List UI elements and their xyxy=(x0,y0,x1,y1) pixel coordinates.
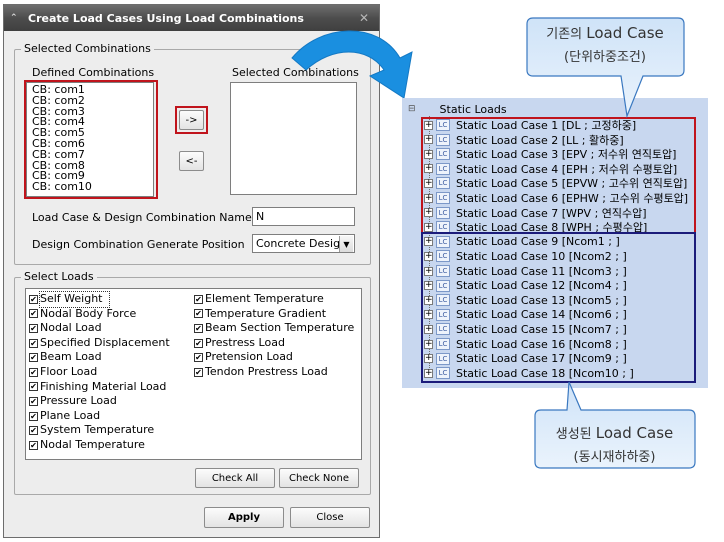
load-checkbox-item[interactable]: ✔ Nodal Temperature xyxy=(29,438,170,453)
checkbox-checked-icon[interactable]: ✔ xyxy=(194,309,203,319)
checkbox-checked-icon[interactable]: ✔ xyxy=(29,338,38,348)
load-label: Specified Displacement xyxy=(40,335,170,349)
load-label: Nodal Temperature xyxy=(40,437,145,451)
group-title: Select Loads xyxy=(21,270,97,283)
load-label: Pressure Load xyxy=(40,394,117,408)
callout-prefix: 생성된 xyxy=(555,427,592,442)
load-label: System Temperature xyxy=(40,423,155,437)
load-label: Element Temperature xyxy=(205,292,324,305)
tree-root-icon: ⊟ xyxy=(408,104,416,114)
name-label: Load Case & Design Combination Name xyxy=(32,211,252,224)
load-checkbox-item[interactable]: ✔ Floor Load xyxy=(29,365,170,380)
position-label: Design Combination Generate Position xyxy=(32,238,245,251)
load-checkbox-item[interactable]: ✔ Element Temperature xyxy=(194,292,354,307)
position-select-value: Concrete Desig xyxy=(256,237,341,250)
load-label: Finishing Material Load xyxy=(40,379,167,393)
checkbox-checked-icon[interactable]: ✔ xyxy=(29,440,38,450)
load-label: Pretension Load xyxy=(205,350,293,364)
load-label: Beam Section Temperature xyxy=(205,321,355,335)
checkbox-checked-icon[interactable]: ✔ xyxy=(194,294,203,304)
load-label: Plane Load xyxy=(40,408,101,422)
existing-cases-highlight xyxy=(421,117,696,234)
load-checkbox-item[interactable]: ✔ Beam Section Temperature xyxy=(194,321,354,336)
checkbox-checked-icon[interactable]: ✔ xyxy=(29,382,38,392)
load-label: Self Weight xyxy=(39,291,110,308)
group-title: Selected Combinations xyxy=(21,42,154,55)
checkbox-checked-icon[interactable]: ✔ xyxy=(194,353,203,363)
checkbox-checked-icon[interactable]: ✔ xyxy=(29,309,38,319)
checkbox-checked-icon[interactable]: ✔ xyxy=(29,411,38,421)
checkbox-checked-icon[interactable]: ✔ xyxy=(29,396,38,406)
check-none-button[interactable]: Check None xyxy=(279,468,359,488)
load-label: Temperature Gradient xyxy=(205,306,327,320)
load-label: Tendon Prestress Load xyxy=(205,364,328,378)
load-checkbox-item[interactable]: ✔ Temperature Gradient xyxy=(194,307,354,322)
defined-highlight-box xyxy=(24,80,158,199)
loads-checklist: ✔ Self Weight ✔ Nodal Body Force ✔ Nodal Load… xyxy=(25,288,362,460)
defined-combinations-label: Defined Combinations xyxy=(32,66,155,79)
checkbox-checked-icon[interactable]: ✔ xyxy=(194,367,203,377)
checkbox-checked-icon[interactable]: ✔ xyxy=(29,294,38,304)
load-checkbox-item[interactable]: ✔ Pressure Load xyxy=(29,394,170,409)
checkbox-checked-icon[interactable]: ✔ xyxy=(29,323,38,333)
apply-button[interactable]: Apply xyxy=(204,507,284,528)
load-checkbox-item[interactable]: ✔ Plane Load xyxy=(29,409,170,424)
load-checkbox-item[interactable]: ✔ Nodal Load xyxy=(29,321,170,336)
callout-subtitle: (동시재하하중) xyxy=(573,450,656,465)
dialog-title: Create Load Cases Using Load Combination… xyxy=(28,11,304,25)
load-label: Beam Load xyxy=(40,350,102,364)
callout-prefix: 기존의 xyxy=(546,27,583,42)
load-checkbox-item[interactable]: ✔ Specified Displacement xyxy=(29,336,170,351)
dropdown-arrow-icon[interactable]: ▼ xyxy=(339,236,353,252)
load-checkbox-item[interactable]: ✔ Pretension Load xyxy=(194,350,354,365)
load-checkbox-item[interactable]: ✔ Tendon Prestress Load xyxy=(194,365,354,380)
position-select[interactable]: Concrete Desig ▼ xyxy=(252,234,355,253)
add-button-highlight xyxy=(175,106,208,134)
collapse-chevron-icon[interactable]: ⌃ xyxy=(10,13,24,23)
tree-root[interactable]: ⊟ Static Loads xyxy=(408,102,507,116)
checkbox-checked-icon[interactable]: ✔ xyxy=(194,323,203,333)
load-checkbox-item[interactable]: ✔ Finishing Material Load xyxy=(29,380,170,395)
tree-root-label: Static Loads xyxy=(439,102,507,116)
generated-cases-highlight xyxy=(421,232,696,383)
load-label: Nodal Body Force xyxy=(40,306,137,320)
load-checkbox-item[interactable]: ✔ Prestress Load xyxy=(194,336,354,351)
checkbox-checked-icon[interactable]: ✔ xyxy=(194,338,203,348)
callout-title: Load Case xyxy=(586,24,664,42)
load-checkbox-item[interactable]: ✔ System Temperature xyxy=(29,423,170,438)
load-label: Floor Load xyxy=(40,364,98,378)
close-button[interactable]: Close xyxy=(290,507,370,528)
checkbox-checked-icon[interactable]: ✔ xyxy=(29,426,38,436)
load-checkbox-item[interactable]: ✔ Self Weight xyxy=(29,291,170,308)
curved-arrow-icon xyxy=(291,30,413,99)
name-input[interactable]: N xyxy=(252,207,355,226)
load-label: Nodal Load xyxy=(40,321,102,335)
remove-combination-button[interactable]: <- xyxy=(179,151,204,171)
check-all-button[interactable]: Check All xyxy=(195,468,275,488)
load-label: Prestress Load xyxy=(205,335,285,349)
top-callout-text: 기존의 Load Case (단위하중조건) xyxy=(527,23,683,65)
bottom-callout-text: 생성된 Load Case (동시재하하중) xyxy=(537,423,692,465)
checkbox-checked-icon[interactable]: ✔ xyxy=(29,353,38,363)
callout-title: Load Case xyxy=(595,424,674,442)
load-checkbox-item[interactable]: ✔ Beam Load xyxy=(29,350,170,365)
load-checkbox-item[interactable]: ✔ Nodal Body Force xyxy=(29,307,170,322)
callout-subtitle: (단위하중조건) xyxy=(564,50,646,65)
checkbox-checked-icon[interactable]: ✔ xyxy=(29,367,38,377)
